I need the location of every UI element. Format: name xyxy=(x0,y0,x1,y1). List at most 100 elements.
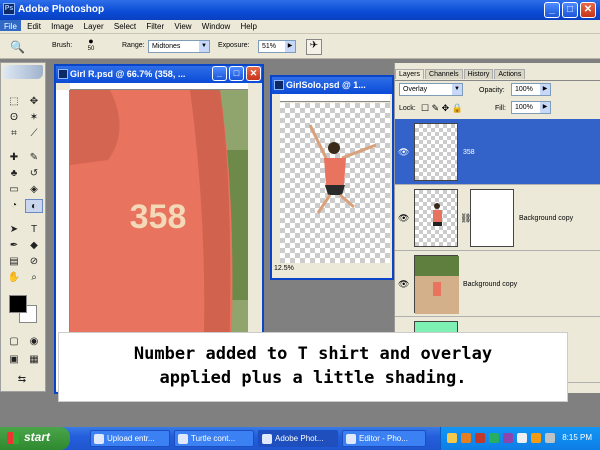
tray-icon[interactable] xyxy=(503,433,513,443)
lasso-tool-icon[interactable]: ʘ xyxy=(5,111,23,125)
move-tool-icon[interactable]: ✥ xyxy=(25,95,43,109)
paint-bucket-icon[interactable]: ◈ xyxy=(25,183,43,197)
blend-mode-select[interactable]: Overlay ▼ xyxy=(399,83,463,96)
layer-mask-thumbnail[interactable] xyxy=(470,189,514,247)
layer-name: Background copy xyxy=(463,281,518,288)
tray-icon[interactable] xyxy=(461,433,471,443)
hand-tool-icon[interactable]: ✋ xyxy=(5,271,23,285)
screen-mode-full-icon[interactable]: ▦ xyxy=(25,353,43,367)
document-title-bar[interactable]: Girl R.psd @ 66.7% (358, ... _ □ ✕ xyxy=(56,66,262,83)
layer-thumb-scene xyxy=(415,256,459,314)
taskbar-item-label: Upload entr... xyxy=(107,434,155,443)
app-restore-button[interactable]: □ xyxy=(562,2,578,18)
zoom-tool-icon[interactable]: ⌕ xyxy=(25,271,43,285)
tray-icon[interactable] xyxy=(531,433,541,443)
exposure-input[interactable]: 51% ▶ xyxy=(258,40,296,53)
range-select[interactable]: Midtones ▼ xyxy=(148,40,210,53)
doc-minimize-button[interactable]: _ xyxy=(212,66,227,81)
taskbar-item[interactable]: Editor - Pho... xyxy=(342,430,426,447)
range-value: Midtones xyxy=(152,43,181,50)
app-minimize-button[interactable]: _ xyxy=(544,2,560,18)
jump-to-imageready-icon[interactable]: ⇆ xyxy=(13,373,31,387)
type-tool-icon[interactable]: T xyxy=(25,223,43,237)
taskbar-item[interactable]: Turtle cont... xyxy=(174,430,254,447)
document2-title-bar[interactable]: GirlSolo.psd @ 1... xyxy=(272,77,392,94)
layer-row[interactable]: 👁 Background copy xyxy=(395,251,600,317)
crop-tool-icon[interactable]: ⌗ xyxy=(5,127,23,141)
taskbar: start Upload entr... Turtle cont... Adob… xyxy=(0,427,600,450)
panel-tabs: Layers Channels History Actions xyxy=(395,69,600,81)
doc2-canvas[interactable] xyxy=(280,103,390,263)
app-title: Adobe Photoshop xyxy=(18,4,105,15)
slice-tool-icon[interactable]: ⟋ xyxy=(25,127,43,141)
notes-tool-icon[interactable]: ▤ xyxy=(5,255,23,269)
volume-icon[interactable] xyxy=(545,433,555,443)
dodge-tool-preset-icon[interactable]: 🔍 xyxy=(10,40,34,54)
doc2-ruler xyxy=(280,94,390,102)
eyedropper-icon[interactable]: ⊘ xyxy=(25,255,43,269)
menu-help[interactable]: Help xyxy=(236,20,260,31)
marquee-tool-icon[interactable]: ⬚ xyxy=(5,95,23,109)
menu-image[interactable]: Image xyxy=(47,20,77,31)
taskbar-item[interactable]: Upload entr... xyxy=(90,430,170,447)
menu-edit[interactable]: Edit xyxy=(23,20,45,31)
eye-icon[interactable]: 👁 xyxy=(398,147,409,158)
foreground-color-swatch[interactable] xyxy=(9,295,27,313)
history-brush-icon[interactable]: ↺ xyxy=(25,167,43,181)
menu-file[interactable]: File xyxy=(0,20,21,31)
tab-layers[interactable]: Layers xyxy=(395,69,425,79)
menu-window[interactable]: Window xyxy=(198,20,234,31)
blur-tool-icon[interactable]: ◔ xyxy=(5,199,23,213)
fill-label: Fill: xyxy=(495,105,506,112)
tray-icon[interactable] xyxy=(517,433,527,443)
quick-mask-icon[interactable]: ◉ xyxy=(25,335,43,349)
brush-tool-icon[interactable]: ✎ xyxy=(25,151,43,165)
doc-close-button[interactable]: ✕ xyxy=(246,66,261,81)
app-title-bar: Ps Adobe Photoshop _ □ ✕ xyxy=(0,0,600,20)
document-icon xyxy=(178,434,188,444)
brush-picker[interactable]: ● 50 xyxy=(84,37,98,57)
opacity-label: Opacity: xyxy=(479,87,505,94)
menu-filter[interactable]: Filter xyxy=(142,20,168,31)
airbrush-toggle-icon[interactable]: ✈ xyxy=(306,39,322,55)
document2-icon xyxy=(274,80,284,90)
tray-icon[interactable] xyxy=(447,433,457,443)
path-select-icon[interactable]: ➤ xyxy=(5,223,23,237)
dodge-tool-icon[interactable]: ◐ xyxy=(25,199,43,213)
clone-stamp-icon[interactable]: ♣ xyxy=(5,167,23,181)
doc-maximize-button[interactable]: □ xyxy=(229,66,244,81)
magic-wand-icon[interactable]: ✶ xyxy=(25,111,43,125)
shirt-number-text: 358 xyxy=(130,198,187,236)
eye-icon[interactable]: 👁 xyxy=(398,279,409,290)
tab-actions[interactable]: Actions xyxy=(494,69,526,79)
menu-view[interactable]: View xyxy=(170,20,195,31)
pen-tool-icon[interactable]: ✒ xyxy=(5,239,23,253)
app-close-button[interactable]: ✕ xyxy=(580,2,596,18)
eraser-tool-icon[interactable]: ▭ xyxy=(5,183,23,197)
fill-value: 100% xyxy=(515,104,533,111)
menu-select[interactable]: Select xyxy=(110,20,140,31)
taskbar-item[interactable]: Adobe Phot... xyxy=(258,430,338,447)
exposure-value: 51% xyxy=(262,43,277,50)
blend-mode-value: Overlay xyxy=(403,86,428,93)
tray-icon[interactable] xyxy=(475,433,485,443)
chevron-right-icon: ▶ xyxy=(285,41,295,52)
zoom-status: 12.5% xyxy=(274,265,294,276)
taskbar-item-label: Adobe Phot... xyxy=(275,434,324,443)
opacity-input[interactable]: 100% ▶ xyxy=(511,83,551,96)
tray-icon[interactable] xyxy=(489,433,499,443)
opacity-value: 100% xyxy=(515,86,533,93)
shape-tool-icon[interactable]: ◆ xyxy=(25,239,43,253)
fill-input[interactable]: 100% ▶ xyxy=(511,101,551,114)
healing-brush-icon[interactable]: ✚ xyxy=(5,151,23,165)
lock-icons[interactable]: ☐ ✎ ✥ 🔒 xyxy=(421,103,463,114)
eye-icon[interactable]: 👁 xyxy=(398,213,409,224)
menu-layer[interactable]: Layer xyxy=(80,20,108,31)
start-button[interactable]: start xyxy=(0,427,70,450)
layer-row[interactable]: 👁 358 xyxy=(395,119,600,185)
screen-mode-standard-icon[interactable]: ▣ xyxy=(5,353,23,367)
tab-history[interactable]: History xyxy=(463,69,494,79)
tab-channels[interactable]: Channels xyxy=(425,69,463,79)
layer-row[interactable]: 👁 ⛓ Background copy xyxy=(395,185,600,251)
standard-mode-icon[interactable]: ▢ xyxy=(5,335,23,349)
